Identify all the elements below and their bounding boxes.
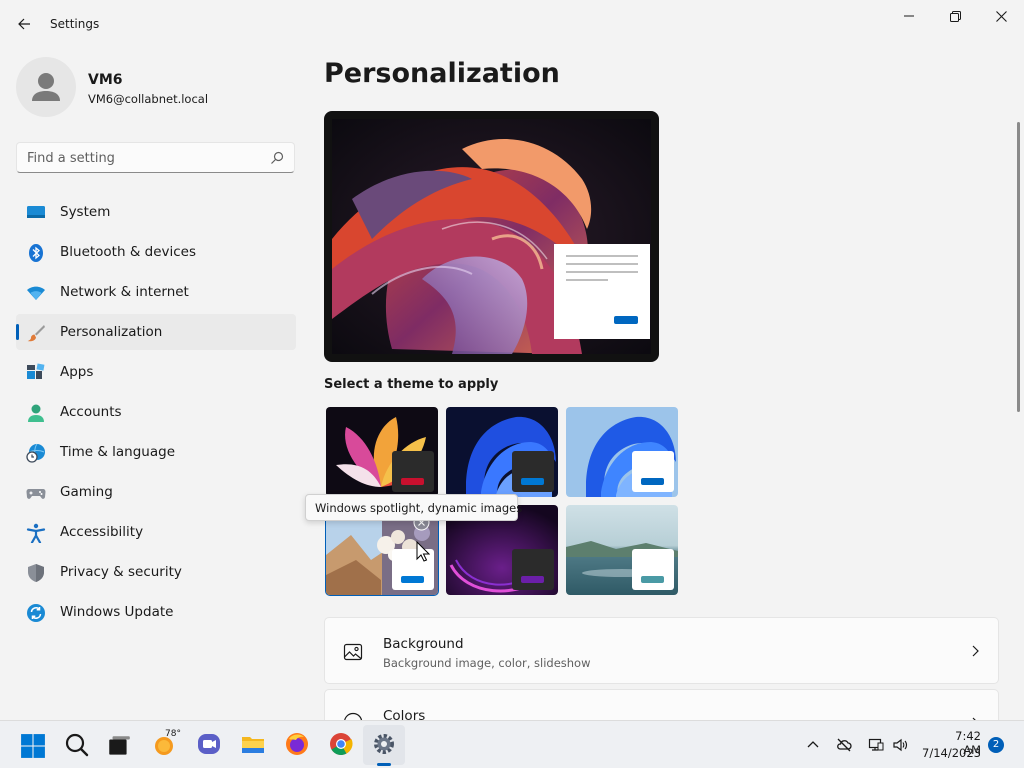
- gamepad-icon: [26, 489, 46, 499]
- chevron-right-icon: [972, 645, 979, 657]
- app-title: Settings: [50, 17, 100, 31]
- taskbar-active-indicator: [377, 763, 391, 766]
- theme-tile-flow[interactable]: [566, 505, 678, 595]
- sidebar-item-label: Network & internet: [60, 284, 189, 300]
- preview-wallpaper: [332, 119, 651, 354]
- theme-mini-window: [512, 549, 554, 590]
- chrome-icon[interactable]: [328, 731, 354, 757]
- apps-icon: [27, 363, 45, 379]
- clock-date[interactable]: 7/14/2023: [920, 746, 981, 760]
- theme-preview: [324, 111, 659, 362]
- preview-window-sample: [554, 244, 650, 339]
- sidebar-nav: System Bluetooth & devices Network & int…: [16, 194, 296, 634]
- notification-badge[interactable]: 2: [988, 737, 1004, 753]
- theme-tile-glow[interactable]: [326, 407, 438, 497]
- theme-accent-bar: [401, 576, 424, 583]
- user-icon: [32, 73, 60, 101]
- sidebar-item-bluetooth[interactable]: Bluetooth & devices: [16, 234, 296, 270]
- sidebar-item-time-language[interactable]: Time & language: [16, 434, 296, 470]
- taskbar: 78° 7:42 AM 7/14/2023 2: [0, 720, 1024, 768]
- task-view-icon[interactable]: [106, 733, 132, 759]
- sidebar-item-label: Bluetooth & devices: [60, 244, 197, 260]
- sidebar-item-network[interactable]: Network & internet: [16, 274, 296, 310]
- theme-mini-window: [512, 451, 554, 492]
- wifi-icon: [27, 286, 45, 300]
- theme-accent-bar: [401, 478, 424, 485]
- maximize-button[interactable]: [932, 0, 978, 32]
- sidebar-item-label: Accounts: [60, 404, 122, 420]
- preview-window-lines: [566, 255, 638, 324]
- bluetooth-icon: [29, 244, 43, 262]
- firefox-icon[interactable]: [284, 731, 310, 757]
- close-icon: [995, 10, 1007, 22]
- settings-gear-icon[interactable]: [371, 731, 397, 757]
- theme-tooltip: Windows spotlight, dynamic images: [305, 494, 522, 521]
- accessibility-icon: [26, 523, 46, 543]
- mouse-cursor-icon: [416, 541, 430, 562]
- theme-accent-bar: [641, 478, 664, 485]
- system-icon: [27, 206, 45, 218]
- cloud-offline-icon[interactable]: [836, 737, 852, 753]
- network-icon[interactable]: [868, 737, 884, 753]
- user-email: VM6@collabnet.local: [88, 92, 209, 106]
- sidebar-item-accounts[interactable]: Accounts: [16, 394, 296, 430]
- sidebar-item-label: Accessibility: [60, 524, 144, 540]
- search-input[interactable]: [27, 149, 267, 167]
- sidebar-item-apps[interactable]: Apps: [16, 354, 296, 390]
- user-name: VM6: [88, 72, 123, 88]
- update-icon: [27, 604, 45, 622]
- search-icon[interactable]: [270, 151, 284, 165]
- sidebar-item-gaming[interactable]: Gaming: [16, 474, 296, 510]
- sidebar-item-personalization[interactable]: Personalization: [16, 314, 296, 350]
- search-box[interactable]: [16, 142, 295, 173]
- sidebar-item-system[interactable]: System: [16, 194, 296, 230]
- page-title: Personalization: [324, 58, 560, 89]
- sidebar-item-label: Apps: [60, 364, 94, 380]
- theme-mini-window: [632, 549, 674, 590]
- image-icon: [343, 643, 363, 661]
- sidebar-item-privacy[interactable]: Privacy & security: [16, 554, 296, 590]
- sidebar-item-label: Time & language: [60, 444, 176, 460]
- theme-accent-bar: [521, 576, 544, 583]
- sidebar-item-label: Gaming: [60, 484, 113, 500]
- teams-chat-icon[interactable]: [196, 731, 222, 757]
- theme-mini-window: [392, 451, 434, 492]
- restore-icon: [949, 10, 961, 22]
- chevron-up-icon[interactable]: [805, 737, 821, 753]
- accounts-icon: [28, 404, 44, 422]
- sidebar-item-label: Windows Update: [60, 604, 174, 620]
- shield-icon: [28, 564, 44, 582]
- card-subtitle: Background image, color, slideshow: [383, 656, 591, 670]
- theme-mini-window: [632, 451, 674, 492]
- avatar[interactable]: [16, 57, 76, 117]
- back-button[interactable]: [10, 10, 38, 38]
- sidebar-item-label: System: [60, 204, 111, 220]
- weather-temperature: 78°: [165, 729, 181, 739]
- title-bar: Settings: [0, 0, 1024, 48]
- globe-clock-icon: [26, 443, 45, 463]
- sidebar-item-accessibility[interactable]: Accessibility: [16, 514, 296, 550]
- brush-icon: [27, 325, 45, 342]
- minimize-icon: [904, 15, 914, 17]
- volume-icon[interactable]: [892, 737, 908, 753]
- scrollbar-thumb[interactable]: [1017, 122, 1020, 412]
- close-button[interactable]: [978, 0, 1024, 32]
- theme-tile-light-bloom[interactable]: [566, 407, 678, 497]
- sidebar-item-label: Personalization: [60, 324, 163, 340]
- back-arrow-icon: [18, 18, 30, 30]
- minimize-button[interactable]: [886, 0, 932, 32]
- file-explorer-icon[interactable]: [240, 731, 266, 757]
- sidebar-item-windows-update[interactable]: Windows Update: [16, 594, 296, 630]
- theme-accent-bar: [641, 576, 664, 583]
- themes-section-label: Select a theme to apply: [324, 377, 499, 392]
- background-card[interactable]: Background Background image, color, slid…: [324, 617, 999, 684]
- theme-accent-bar: [521, 478, 544, 485]
- card-title: Background: [383, 636, 464, 652]
- sidebar-item-label: Privacy & security: [60, 564, 182, 580]
- theme-tile-dark-bloom[interactable]: [446, 407, 558, 497]
- start-windows-icon[interactable]: [20, 733, 46, 759]
- search-icon[interactable]: [64, 732, 90, 758]
